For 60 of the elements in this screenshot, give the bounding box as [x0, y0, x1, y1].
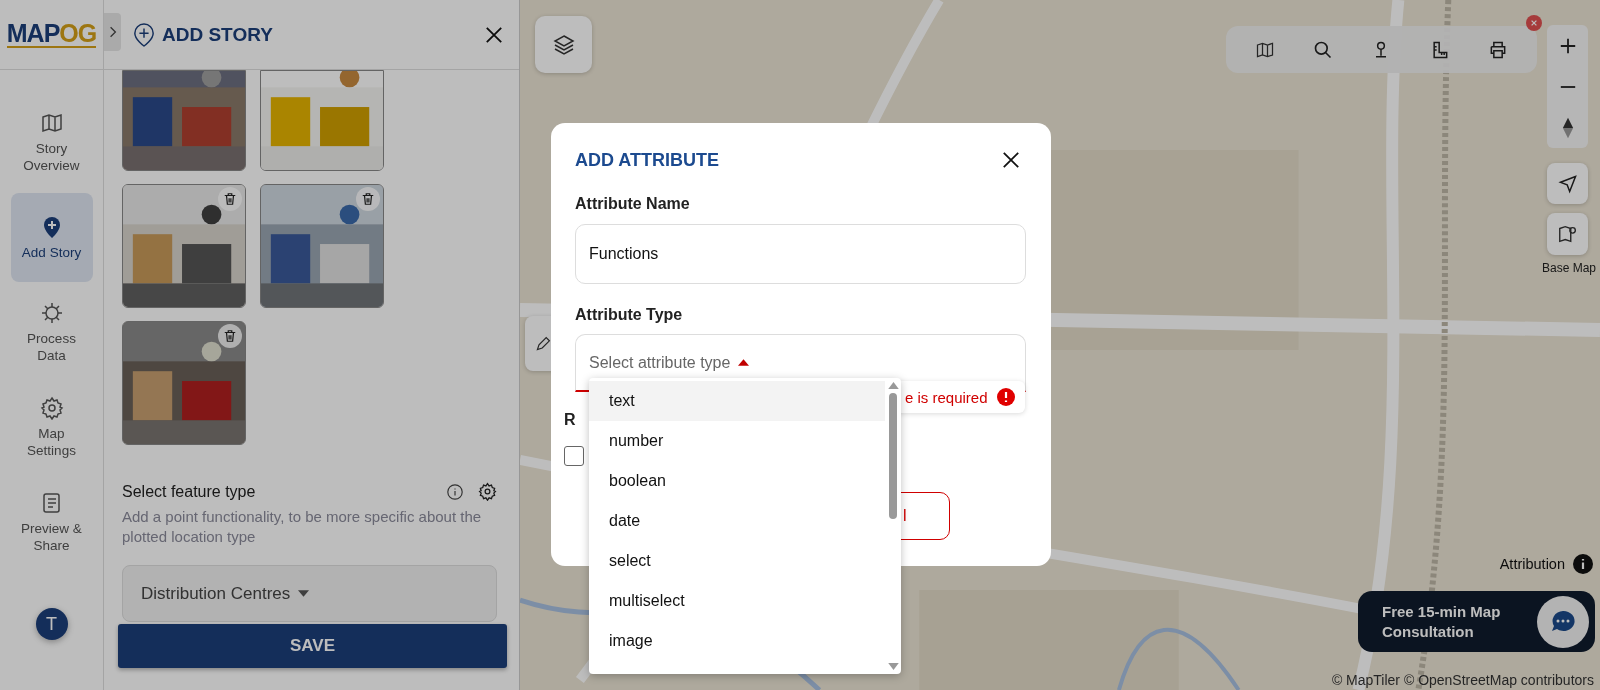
field-label: R — [564, 411, 576, 429]
map-copyright: © MapTiler © OpenStreetMap contributors — [1331, 672, 1594, 688]
base-map-button[interactable] — [1547, 213, 1588, 255]
dropdown-option[interactable]: multiselect — [589, 581, 885, 621]
scrollbar-thumb[interactable] — [889, 393, 897, 519]
caret-icon — [738, 359, 750, 366]
map-icon — [39, 111, 64, 135]
input-field[interactable]: Functions — [575, 224, 1026, 284]
info-icon[interactable] — [1573, 554, 1593, 574]
trash-icon — [223, 192, 237, 206]
plus-icon — [1558, 36, 1577, 55]
dropdown-option[interactable]: number — [589, 421, 885, 461]
nav-item[interactable]: Story Overview — [10, 98, 93, 187]
pencil-icon — [535, 335, 551, 352]
error-icon — [996, 388, 1015, 406]
chevron-icon — [108, 24, 117, 39]
locate-button[interactable] — [1547, 163, 1588, 204]
dropdown-option[interactable]: image — [589, 621, 885, 661]
search-icon — [1313, 39, 1334, 60]
expand-button[interactable] — [104, 12, 121, 51]
logo: MAPOG — [6, 21, 97, 48]
attribution-link[interactable]: Attribution — [1499, 556, 1565, 572]
cog-icon — [39, 301, 64, 325]
checkbox[interactable] — [564, 446, 584, 466]
search-button[interactable] — [1313, 39, 1334, 60]
layers-icon — [551, 32, 576, 57]
nav-item[interactable]: Process Data — [10, 288, 93, 377]
trash-icon — [223, 329, 237, 343]
dialog-title: ADD ATTRIBUTE — [575, 149, 719, 171]
nav-item[interactable]: Preview & Share — [10, 478, 93, 567]
info-icon[interactable] — [446, 482, 464, 501]
base-map-label: Base Map — [1541, 261, 1596, 275]
nav-item[interactable]: Add Story — [10, 193, 93, 282]
field-label: Attribute Name — [575, 195, 691, 213]
caret-icon — [298, 590, 310, 597]
navigation-arrow-icon — [1557, 173, 1578, 194]
layers-button[interactable] — [535, 16, 592, 73]
map-pin-icon — [1556, 223, 1579, 245]
feature-type-dropdown[interactable]: Distribution Centres — [122, 565, 497, 622]
save-button[interactable]: SAVE — [118, 624, 507, 668]
trash-icon — [361, 192, 375, 206]
dropdown-option[interactable]: select — [589, 541, 885, 581]
chat-icon — [1537, 595, 1589, 648]
avatar[interactable]: T — [35, 608, 68, 640]
close-icon[interactable] — [485, 25, 503, 44]
close-icon[interactable] — [1002, 151, 1020, 169]
pin-plus-icon — [133, 21, 155, 48]
nav-item[interactable]: Map Settings — [10, 383, 93, 472]
scroll-up-icon[interactable] — [887, 382, 899, 389]
consultation-button[interactable]: Free 15-min Map Consultation — [1358, 591, 1595, 652]
settings-icon — [39, 396, 64, 420]
dropdown-option[interactable]: text — [589, 381, 885, 421]
panel-title: ADD STORY — [162, 23, 273, 46]
field-label: Attribute Type — [575, 306, 684, 324]
description: Add a point functionality, to be more specific about the plotted location type — [122, 507, 483, 547]
scroll-down-icon[interactable] — [887, 663, 899, 670]
close-icon — [1530, 19, 1538, 27]
minus-icon — [1558, 84, 1577, 89]
settings-icon[interactable] — [478, 482, 497, 501]
section-title: Select feature type — [122, 482, 256, 501]
